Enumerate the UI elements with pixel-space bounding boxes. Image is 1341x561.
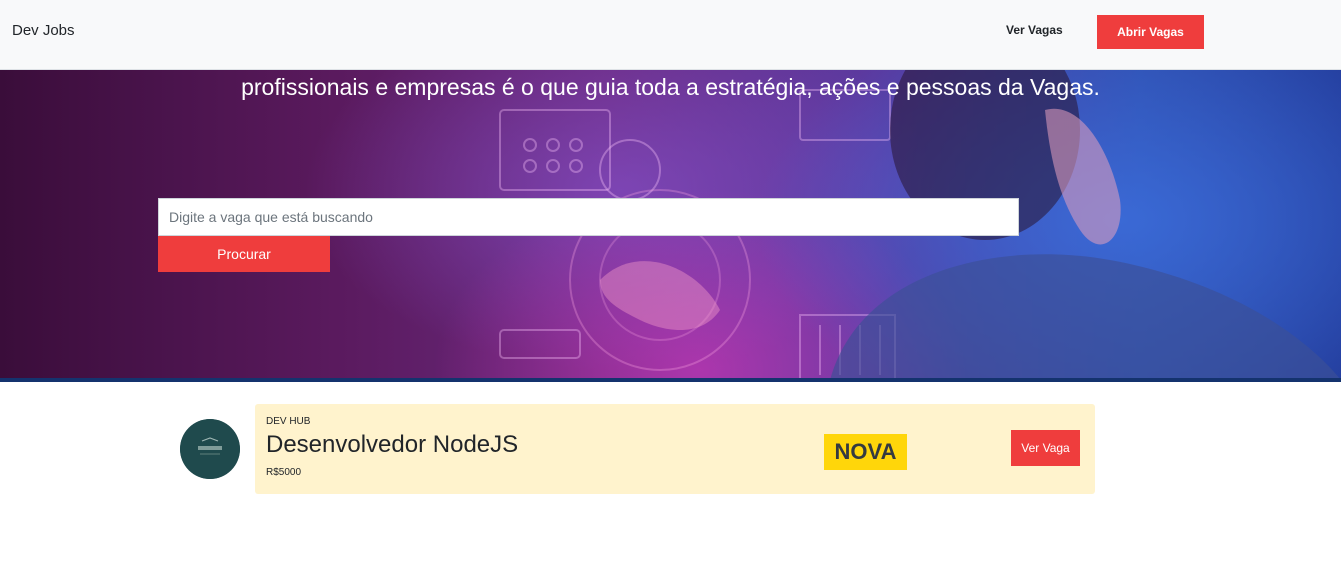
job-salary: R$5000	[266, 467, 302, 478]
company-logo-icon	[180, 419, 240, 479]
open-jobs-button[interactable]: Abrir Vagas	[1097, 15, 1204, 49]
navbar: Dev Jobs Ver Vagas Abrir Vagas	[0, 0, 1341, 70]
company-name: DEV HUB	[266, 416, 311, 427]
brand-logo-text[interactable]: Dev Jobs	[12, 22, 75, 39]
view-job-button[interactable]: Ver Vaga	[1011, 430, 1080, 466]
search-button[interactable]: Procurar	[158, 236, 330, 272]
new-badge: NOVA	[824, 434, 907, 470]
job-search-input[interactable]	[158, 198, 1019, 236]
hero-banner: profissionais e empresas é o que guia to…	[0, 70, 1341, 380]
hero-divider	[0, 378, 1341, 382]
job-card[interactable]: DEV HUB Desenvolvedor NodeJS R$5000 NOVA…	[255, 404, 1095, 494]
view-jobs-link[interactable]: Ver Vagas	[1006, 23, 1063, 37]
hero-headline: profissionais e empresas é o que guia to…	[241, 74, 1100, 100]
job-title: Desenvolvedor NodeJS	[266, 431, 519, 458]
